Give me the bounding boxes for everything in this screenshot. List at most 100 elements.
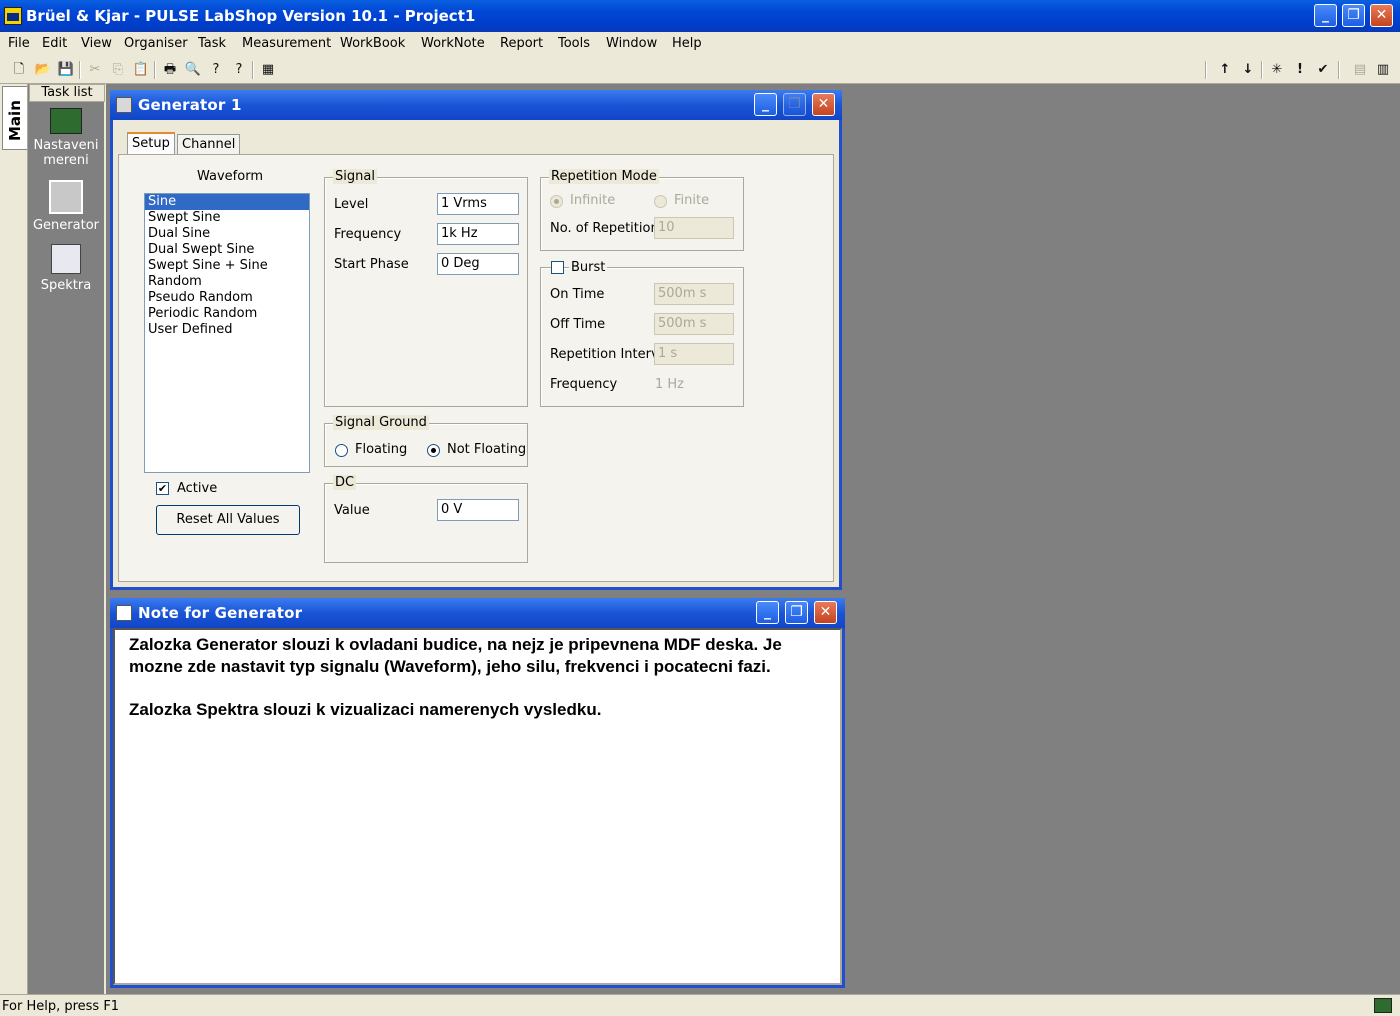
menu-file[interactable]: File xyxy=(8,36,30,51)
waveform-label: Waveform xyxy=(197,169,263,184)
context-help-icon[interactable]: ? xyxy=(230,61,248,79)
menu-report[interactable]: Report xyxy=(500,36,543,51)
menu-worknote[interactable]: WorkNote xyxy=(421,36,485,51)
copy-icon[interactable]: ⎘ xyxy=(109,61,127,79)
signal-group-label: Signal xyxy=(333,169,377,184)
note-close-button[interactable]: ✕ xyxy=(814,601,837,624)
burst-frequency-value: 1 Hz xyxy=(655,377,685,392)
level-label: Level xyxy=(334,197,369,212)
on-time-input[interactable]: 500m s xyxy=(654,283,734,305)
open-icon[interactable]: 📂 xyxy=(34,61,52,79)
print-preview-icon[interactable]: 🔍 xyxy=(184,61,202,79)
note-maximize-button[interactable]: ❐ xyxy=(785,601,808,624)
tab-setup[interactable]: Setup xyxy=(127,132,175,156)
toolbar-separator xyxy=(1261,61,1263,79)
menu-edit[interactable]: Edit xyxy=(42,36,67,51)
frequency-label: Frequency xyxy=(334,227,402,242)
status-bar: For Help, press F1 xyxy=(0,994,1400,1016)
exclamation-icon[interactable]: ! xyxy=(1291,61,1309,79)
menu-tools[interactable]: Tools xyxy=(558,36,590,51)
save-icon[interactable]: 💾 xyxy=(57,61,75,79)
spectrum-icon xyxy=(51,244,81,274)
arrow-down-icon[interactable]: ↓ xyxy=(1239,61,1257,79)
menu-task[interactable]: Task xyxy=(198,36,226,51)
infinite-radio[interactable] xyxy=(550,195,563,208)
generator-maximize-button[interactable]: ❐ xyxy=(783,93,806,116)
film-icon[interactable]: ▦ xyxy=(259,61,277,79)
minimize-button[interactable]: _ xyxy=(1314,4,1337,27)
repetitions-input[interactable]: 10 xyxy=(654,217,734,239)
note-minimize-button[interactable]: _ xyxy=(756,601,779,624)
setup-panel: Waveform Sine Swept Sine Dual Sine Dual … xyxy=(118,154,834,582)
task-item-label: Nastaveni mereni xyxy=(33,138,99,168)
menu-workbook[interactable]: WorkBook xyxy=(340,36,405,51)
repetition-interval-input[interactable]: 1 s xyxy=(654,343,734,365)
list-item[interactable]: Periodic Random xyxy=(145,306,309,322)
toolbar-separator xyxy=(1338,61,1340,79)
not-floating-radio[interactable] xyxy=(427,444,440,457)
burst-label: Burst xyxy=(569,260,608,275)
off-time-input[interactable]: 500m s xyxy=(654,313,734,335)
generator-close-button[interactable]: ✕ xyxy=(812,93,835,116)
menu-organiser[interactable]: Organiser xyxy=(124,36,188,51)
floating-label: Floating xyxy=(355,442,408,457)
note-paragraph: Zalozka Spektra slouzi k vizualizaci nam… xyxy=(129,700,602,719)
toolbar-separator xyxy=(1205,61,1207,79)
list-item[interactable]: Swept Sine + Sine xyxy=(145,258,309,274)
start-phase-input[interactable]: 0 Deg xyxy=(437,253,519,275)
list-item[interactable]: Dual Sine xyxy=(145,226,309,242)
toolbar-separator xyxy=(79,61,81,79)
tab-channel[interactable]: Channel xyxy=(177,134,241,156)
note-title-bar: Note for Generator _ ❐ ✕ xyxy=(110,598,845,628)
note-title: Note for Generator xyxy=(138,604,303,622)
status-text: For Help, press F1 xyxy=(2,999,120,1014)
grid-icon[interactable]: ▤ xyxy=(1351,61,1369,79)
generator-window: Generator 1 _ ❐ ✕ Setup Channel Waveform… xyxy=(110,90,842,590)
on-time-label: On Time xyxy=(550,287,605,302)
paste-icon[interactable]: 📋 xyxy=(132,61,150,79)
waveform-list[interactable]: Sine Swept Sine Dual Sine Dual Swept Sin… xyxy=(144,193,310,473)
infinite-label: Infinite xyxy=(570,193,616,208)
level-input[interactable]: 1 Vrms xyxy=(437,193,519,215)
task-list-panel: Task list Nastaveni mereni Generator Spe… xyxy=(28,84,106,994)
list-item[interactable]: Dual Swept Sine xyxy=(145,242,309,258)
checkmark-icon[interactable]: ✔ xyxy=(1314,61,1332,79)
help-icon[interactable]: ? xyxy=(207,61,225,79)
new-icon[interactable]: 🗋 xyxy=(10,61,28,79)
floating-radio[interactable] xyxy=(335,444,348,457)
burst-checkbox[interactable] xyxy=(551,261,564,274)
list-item[interactable]: Random xyxy=(145,274,309,290)
asterisk-icon[interactable]: ✳ xyxy=(1268,61,1286,79)
device-icon[interactable]: ▥ xyxy=(1374,61,1392,79)
frequency-input[interactable]: 1k Hz xyxy=(437,223,519,245)
generator-minimize-button[interactable]: _ xyxy=(754,93,777,116)
reset-all-values-button[interactable]: Reset All Values xyxy=(156,505,300,535)
task-list-header: Task list xyxy=(29,84,105,102)
arrow-up-icon[interactable]: ↑ xyxy=(1216,61,1234,79)
finite-radio[interactable] xyxy=(654,195,667,208)
menu-view[interactable]: View xyxy=(81,36,112,51)
menu-window[interactable]: Window xyxy=(606,36,657,51)
list-item[interactable]: Swept Sine xyxy=(145,210,309,226)
task-item-spektra[interactable]: Spektra xyxy=(28,244,104,293)
task-item-generator[interactable]: Generator xyxy=(28,180,104,233)
list-item[interactable]: User Defined xyxy=(145,322,309,338)
task-item-label: Spektra xyxy=(40,278,92,293)
close-button[interactable]: ✕ xyxy=(1370,4,1393,27)
generator-icon xyxy=(49,180,83,214)
menu-help[interactable]: Help xyxy=(672,36,702,51)
cut-icon[interactable]: ✂ xyxy=(86,61,104,79)
not-floating-label: Not Floating xyxy=(447,442,527,457)
list-item[interactable]: Pseudo Random xyxy=(145,290,309,306)
tab-main[interactable]: Main xyxy=(2,86,27,150)
list-item[interactable]: Sine xyxy=(145,194,309,210)
print-icon[interactable]: 🖶 xyxy=(161,61,179,79)
note-text-area[interactable]: Zalozka Generator slouzi k ovladani budi… xyxy=(113,628,842,985)
active-checkbox[interactable]: ✔ xyxy=(156,482,169,495)
generator-title-bar: Generator 1 _ ❐ ✕ xyxy=(110,90,842,120)
menu-measurement[interactable]: Measurement xyxy=(242,36,331,51)
task-item-nastaveni[interactable]: Nastaveni mereni xyxy=(28,108,104,168)
dc-value-input[interactable]: 0 V xyxy=(437,499,519,521)
note-paragraph: Zalozka Generator slouzi k ovladani budi… xyxy=(129,635,782,676)
maximize-button[interactable]: ❐ xyxy=(1342,4,1365,27)
